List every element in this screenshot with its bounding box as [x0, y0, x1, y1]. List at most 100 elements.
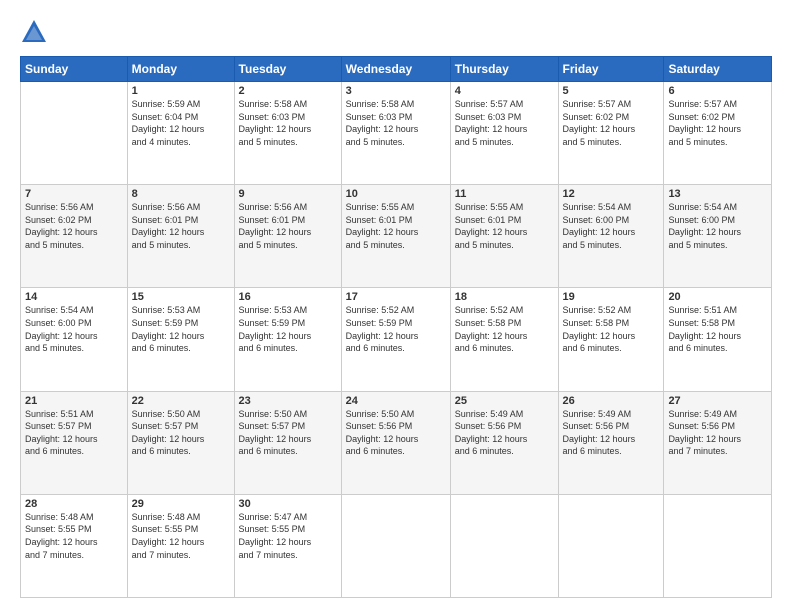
day-number: 6: [668, 85, 767, 97]
day-info: Sunrise: 5:51 AM Sunset: 5:58 PM Dayligh…: [668, 304, 767, 354]
calendar-cell: 12Sunrise: 5:54 AM Sunset: 6:00 PM Dayli…: [558, 185, 664, 288]
calendar-cell: 13Sunrise: 5:54 AM Sunset: 6:00 PM Dayli…: [664, 185, 772, 288]
day-info: Sunrise: 5:55 AM Sunset: 6:01 PM Dayligh…: [346, 201, 446, 251]
week-row-5: 28Sunrise: 5:48 AM Sunset: 5:55 PM Dayli…: [21, 494, 772, 597]
day-number: 8: [132, 188, 230, 200]
calendar-header: SundayMondayTuesdayWednesdayThursdayFrid…: [21, 57, 772, 82]
calendar-cell: 2Sunrise: 5:58 AM Sunset: 6:03 PM Daylig…: [234, 82, 341, 185]
day-number: 20: [668, 291, 767, 303]
calendar-cell: 10Sunrise: 5:55 AM Sunset: 6:01 PM Dayli…: [341, 185, 450, 288]
calendar-cell: 20Sunrise: 5:51 AM Sunset: 5:58 PM Dayli…: [664, 288, 772, 391]
day-info: Sunrise: 5:52 AM Sunset: 5:58 PM Dayligh…: [455, 304, 554, 354]
day-info: Sunrise: 5:50 AM Sunset: 5:57 PM Dayligh…: [132, 408, 230, 458]
calendar-cell: 3Sunrise: 5:58 AM Sunset: 6:03 PM Daylig…: [341, 82, 450, 185]
calendar-cell: 25Sunrise: 5:49 AM Sunset: 5:56 PM Dayli…: [450, 391, 558, 494]
calendar-table: SundayMondayTuesdayWednesdayThursdayFrid…: [20, 56, 772, 598]
day-info: Sunrise: 5:57 AM Sunset: 6:03 PM Dayligh…: [455, 98, 554, 148]
day-number: 9: [239, 188, 337, 200]
calendar-cell: 9Sunrise: 5:56 AM Sunset: 6:01 PM Daylig…: [234, 185, 341, 288]
calendar-cell: [558, 494, 664, 597]
calendar-cell: 7Sunrise: 5:56 AM Sunset: 6:02 PM Daylig…: [21, 185, 128, 288]
day-info: Sunrise: 5:54 AM Sunset: 6:00 PM Dayligh…: [563, 201, 660, 251]
day-info: Sunrise: 5:50 AM Sunset: 5:57 PM Dayligh…: [239, 408, 337, 458]
day-number: 27: [668, 395, 767, 407]
day-number: 22: [132, 395, 230, 407]
header-cell-sunday: Sunday: [21, 57, 128, 82]
calendar-cell: 28Sunrise: 5:48 AM Sunset: 5:55 PM Dayli…: [21, 494, 128, 597]
day-number: 17: [346, 291, 446, 303]
calendar-cell: 16Sunrise: 5:53 AM Sunset: 5:59 PM Dayli…: [234, 288, 341, 391]
calendar-cell: [664, 494, 772, 597]
calendar-cell: 17Sunrise: 5:52 AM Sunset: 5:59 PM Dayli…: [341, 288, 450, 391]
day-info: Sunrise: 5:54 AM Sunset: 6:00 PM Dayligh…: [25, 304, 123, 354]
header-cell-tuesday: Tuesday: [234, 57, 341, 82]
calendar-cell: [450, 494, 558, 597]
calendar-cell: 15Sunrise: 5:53 AM Sunset: 5:59 PM Dayli…: [127, 288, 234, 391]
day-number: 12: [563, 188, 660, 200]
day-number: 10: [346, 188, 446, 200]
calendar-cell: 8Sunrise: 5:56 AM Sunset: 6:01 PM Daylig…: [127, 185, 234, 288]
header-cell-friday: Friday: [558, 57, 664, 82]
header-cell-wednesday: Wednesday: [341, 57, 450, 82]
day-number: 18: [455, 291, 554, 303]
calendar-cell: [341, 494, 450, 597]
day-info: Sunrise: 5:48 AM Sunset: 5:55 PM Dayligh…: [25, 511, 123, 561]
day-info: Sunrise: 5:49 AM Sunset: 5:56 PM Dayligh…: [563, 408, 660, 458]
week-row-2: 7Sunrise: 5:56 AM Sunset: 6:02 PM Daylig…: [21, 185, 772, 288]
day-number: 28: [25, 498, 123, 510]
day-number: 11: [455, 188, 554, 200]
calendar-cell: 4Sunrise: 5:57 AM Sunset: 6:03 PM Daylig…: [450, 82, 558, 185]
calendar-cell: [21, 82, 128, 185]
day-info: Sunrise: 5:58 AM Sunset: 6:03 PM Dayligh…: [346, 98, 446, 148]
day-info: Sunrise: 5:57 AM Sunset: 6:02 PM Dayligh…: [668, 98, 767, 148]
day-info: Sunrise: 5:58 AM Sunset: 6:03 PM Dayligh…: [239, 98, 337, 148]
logo-icon: [20, 18, 48, 46]
calendar-cell: 23Sunrise: 5:50 AM Sunset: 5:57 PM Dayli…: [234, 391, 341, 494]
calendar-cell: 26Sunrise: 5:49 AM Sunset: 5:56 PM Dayli…: [558, 391, 664, 494]
day-number: 23: [239, 395, 337, 407]
day-info: Sunrise: 5:48 AM Sunset: 5:55 PM Dayligh…: [132, 511, 230, 561]
day-info: Sunrise: 5:52 AM Sunset: 5:58 PM Dayligh…: [563, 304, 660, 354]
day-number: 4: [455, 85, 554, 97]
day-number: 24: [346, 395, 446, 407]
calendar-cell: 14Sunrise: 5:54 AM Sunset: 6:00 PM Dayli…: [21, 288, 128, 391]
calendar-cell: 6Sunrise: 5:57 AM Sunset: 6:02 PM Daylig…: [664, 82, 772, 185]
day-number: 16: [239, 291, 337, 303]
day-number: 21: [25, 395, 123, 407]
day-info: Sunrise: 5:49 AM Sunset: 5:56 PM Dayligh…: [455, 408, 554, 458]
calendar-cell: 22Sunrise: 5:50 AM Sunset: 5:57 PM Dayli…: [127, 391, 234, 494]
day-info: Sunrise: 5:51 AM Sunset: 5:57 PM Dayligh…: [25, 408, 123, 458]
calendar-cell: 21Sunrise: 5:51 AM Sunset: 5:57 PM Dayli…: [21, 391, 128, 494]
day-info: Sunrise: 5:47 AM Sunset: 5:55 PM Dayligh…: [239, 511, 337, 561]
day-info: Sunrise: 5:56 AM Sunset: 6:01 PM Dayligh…: [132, 201, 230, 251]
day-info: Sunrise: 5:52 AM Sunset: 5:59 PM Dayligh…: [346, 304, 446, 354]
header: [20, 18, 772, 46]
week-row-4: 21Sunrise: 5:51 AM Sunset: 5:57 PM Dayli…: [21, 391, 772, 494]
header-cell-thursday: Thursday: [450, 57, 558, 82]
logo: [20, 18, 52, 46]
day-number: 26: [563, 395, 660, 407]
calendar-body: 1Sunrise: 5:59 AM Sunset: 6:04 PM Daylig…: [21, 82, 772, 598]
day-number: 13: [668, 188, 767, 200]
day-number: 5: [563, 85, 660, 97]
day-number: 25: [455, 395, 554, 407]
day-number: 15: [132, 291, 230, 303]
day-info: Sunrise: 5:57 AM Sunset: 6:02 PM Dayligh…: [563, 98, 660, 148]
calendar-cell: 19Sunrise: 5:52 AM Sunset: 5:58 PM Dayli…: [558, 288, 664, 391]
day-number: 19: [563, 291, 660, 303]
day-info: Sunrise: 5:49 AM Sunset: 5:56 PM Dayligh…: [668, 408, 767, 458]
calendar-cell: 27Sunrise: 5:49 AM Sunset: 5:56 PM Dayli…: [664, 391, 772, 494]
day-info: Sunrise: 5:54 AM Sunset: 6:00 PM Dayligh…: [668, 201, 767, 251]
calendar-page: SundayMondayTuesdayWednesdayThursdayFrid…: [0, 0, 792, 612]
calendar-cell: 5Sunrise: 5:57 AM Sunset: 6:02 PM Daylig…: [558, 82, 664, 185]
calendar-cell: 1Sunrise: 5:59 AM Sunset: 6:04 PM Daylig…: [127, 82, 234, 185]
day-number: 7: [25, 188, 123, 200]
week-row-1: 1Sunrise: 5:59 AM Sunset: 6:04 PM Daylig…: [21, 82, 772, 185]
calendar-cell: 18Sunrise: 5:52 AM Sunset: 5:58 PM Dayli…: [450, 288, 558, 391]
calendar-cell: 24Sunrise: 5:50 AM Sunset: 5:56 PM Dayli…: [341, 391, 450, 494]
header-cell-monday: Monday: [127, 57, 234, 82]
day-info: Sunrise: 5:55 AM Sunset: 6:01 PM Dayligh…: [455, 201, 554, 251]
day-info: Sunrise: 5:53 AM Sunset: 5:59 PM Dayligh…: [132, 304, 230, 354]
header-cell-saturday: Saturday: [664, 57, 772, 82]
day-number: 1: [132, 85, 230, 97]
